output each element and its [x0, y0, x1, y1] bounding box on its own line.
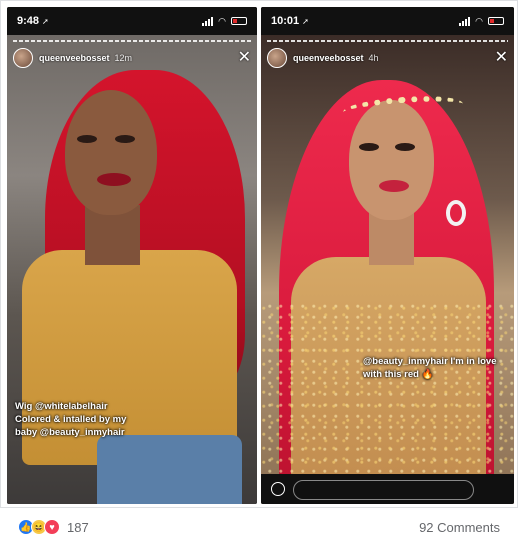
story-username[interactable]: queenveebosset [39, 53, 110, 63]
reaction-summary[interactable]: 👍 😆 ♥ 187 [18, 519, 89, 535]
story-photo [261, 35, 514, 504]
story-header: queenveebosset 4h ✕ [267, 45, 508, 71]
avatar[interactable] [267, 48, 287, 68]
lips [379, 180, 409, 192]
story-header: queenveebosset 12m ✕ [13, 45, 251, 71]
status-time: 9:48 [17, 15, 40, 27]
story-caption: Wig @whitelabelhair Colored & intalled b… [15, 401, 127, 438]
post-footer: 👍 😆 ♥ 187 92 Comments [0, 510, 518, 544]
right-eye [395, 143, 415, 151]
reaction-count[interactable]: 187 [67, 520, 89, 535]
story-timestamp: 12m [114, 53, 133, 63]
status-bar: 10:01 ➚ ◠ [261, 7, 514, 35]
location-arrow-icon: ➚ [42, 16, 49, 26]
status-bar: 9:48 ➚ ◠ [7, 7, 257, 35]
status-time: 10:01 [271, 15, 300, 27]
love-reaction-icon: ♥ [44, 519, 60, 535]
hoop-earring [446, 200, 466, 226]
story-caption: @beauty_inmyhair I'm in love with this r… [363, 356, 497, 380]
story-timestamp: 4h [368, 53, 379, 63]
battery-icon [488, 17, 504, 25]
signal-icon [459, 16, 471, 26]
face [65, 90, 157, 215]
avatar[interactable] [13, 48, 33, 68]
jeans [97, 435, 242, 504]
camera-icon[interactable] [271, 482, 285, 496]
post-image-frame: 9:48 ➚ ◠ queenveebosset 12m ✕ Wig @white… [0, 0, 518, 508]
story-reply-bar [261, 474, 514, 504]
story-progress-bar [267, 40, 508, 42]
wifi-icon: ◠ [475, 15, 483, 26]
comments-count-link[interactable]: 92 Comments [419, 520, 500, 535]
close-icon[interactable]: ✕ [495, 50, 508, 66]
lips [97, 173, 131, 186]
left-eye [359, 143, 379, 151]
story-screenshot-right: 10:01 ➚ ◠ queenveebosset 4h ✕ @beauty_in… [261, 7, 514, 504]
close-icon[interactable]: ✕ [238, 50, 251, 66]
wifi-icon: ◠ [218, 15, 226, 26]
story-screenshot-left: 9:48 ➚ ◠ queenveebosset 12m ✕ Wig @white… [7, 7, 257, 504]
send-message-field[interactable] [293, 480, 474, 500]
location-arrow-icon: ➚ [302, 16, 309, 26]
battery-icon [231, 17, 247, 25]
signal-icon [202, 16, 214, 26]
right-eye [115, 135, 135, 143]
left-eye [77, 135, 97, 143]
story-username[interactable]: queenveebosset [293, 53, 364, 63]
story-progress-bar [13, 40, 251, 42]
